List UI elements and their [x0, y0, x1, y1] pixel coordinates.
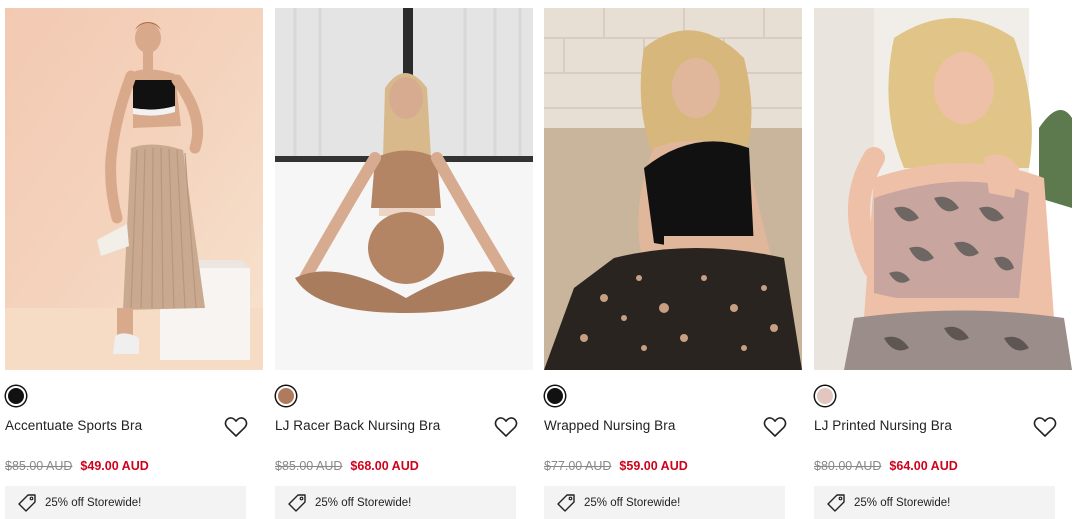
- promo-badge[interactable]: 25% off Storewide!: [275, 486, 516, 519]
- promo-text: 25% off Storewide!: [584, 496, 681, 509]
- product-image[interactable]: [544, 8, 802, 370]
- product-image[interactable]: [814, 8, 1072, 370]
- heart-outline-icon[interactable]: [224, 416, 248, 438]
- product-card: LJ Racer Back Nursing Bra $85.00 AUD $68.…: [275, 8, 533, 519]
- product-card: Accentuate Sports Bra $85.00 AUD $49.00 A…: [5, 8, 263, 519]
- color-swatch-tan[interactable]: [276, 386, 296, 406]
- product-grid: Accentuate Sports Bra $85.00 AUD $49.00 A…: [0, 0, 1080, 519]
- product-image[interactable]: [275, 8, 533, 370]
- promo-badge[interactable]: 25% off Storewide!: [544, 486, 785, 519]
- price-row: $80.00 AUD $64.00 AUD: [814, 459, 958, 473]
- product-card: Wrapped Nursing Bra $77.00 AUD $59.00 AUD…: [544, 8, 802, 519]
- product-image[interactable]: [5, 8, 263, 370]
- price-row: $85.00 AUD $49.00 AUD: [5, 459, 149, 473]
- color-swatch-black[interactable]: [6, 386, 26, 406]
- original-price: $80.00 AUD: [814, 459, 882, 473]
- color-swatch-pink[interactable]: [815, 386, 835, 406]
- price-tag-icon: [288, 493, 306, 512]
- original-price: $85.00 AUD: [275, 459, 343, 473]
- price-row: $85.00 AUD $68.00 AUD: [275, 459, 419, 473]
- promo-text: 25% off Storewide!: [854, 496, 951, 509]
- sale-price: $68.00 AUD: [350, 459, 419, 473]
- sale-price: $49.00 AUD: [80, 459, 149, 473]
- heart-outline-icon[interactable]: [494, 416, 518, 438]
- product-photo-racer-back: [275, 8, 533, 370]
- original-price: $85.00 AUD: [5, 459, 73, 473]
- product-name[interactable]: LJ Printed Nursing Bra: [814, 418, 952, 433]
- original-price: $77.00 AUD: [544, 459, 612, 473]
- price-tag-icon: [557, 493, 575, 512]
- price-tag-icon: [827, 493, 845, 512]
- promo-badge[interactable]: 25% off Storewide!: [5, 486, 246, 519]
- sale-price: $59.00 AUD: [619, 459, 688, 473]
- product-photo-accentuate: [5, 8, 263, 370]
- promo-badge[interactable]: 25% off Storewide!: [814, 486, 1055, 519]
- product-name[interactable]: LJ Racer Back Nursing Bra: [275, 418, 440, 433]
- heart-outline-icon[interactable]: [763, 416, 787, 438]
- price-tag-icon: [18, 493, 36, 512]
- product-name[interactable]: Accentuate Sports Bra: [5, 418, 142, 433]
- product-photo-wrapped: [544, 8, 802, 370]
- sale-price: $64.00 AUD: [889, 459, 958, 473]
- product-name[interactable]: Wrapped Nursing Bra: [544, 418, 675, 433]
- product-card: LJ Printed Nursing Bra $80.00 AUD $64.00 …: [814, 8, 1072, 519]
- promo-text: 25% off Storewide!: [45, 496, 142, 509]
- product-photo-printed: [814, 8, 1072, 370]
- heart-outline-icon[interactable]: [1033, 416, 1057, 438]
- color-swatch-black[interactable]: [545, 386, 565, 406]
- price-row: $77.00 AUD $59.00 AUD: [544, 459, 688, 473]
- promo-text: 25% off Storewide!: [315, 496, 412, 509]
